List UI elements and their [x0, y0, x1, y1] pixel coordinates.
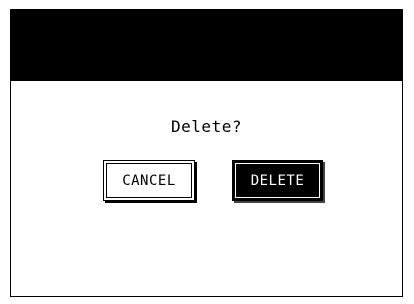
dialog-titlebar	[11, 10, 402, 81]
cancel-button[interactable]: CANCEL	[103, 160, 195, 201]
dialog-message: Delete?	[171, 117, 242, 136]
delete-confirmation-dialog: Delete? CANCEL DELETE	[10, 9, 403, 297]
delete-button-label: DELETE	[250, 172, 305, 189]
cancel-button-label: CANCEL	[122, 172, 176, 189]
delete-button[interactable]: DELETE	[232, 160, 323, 201]
